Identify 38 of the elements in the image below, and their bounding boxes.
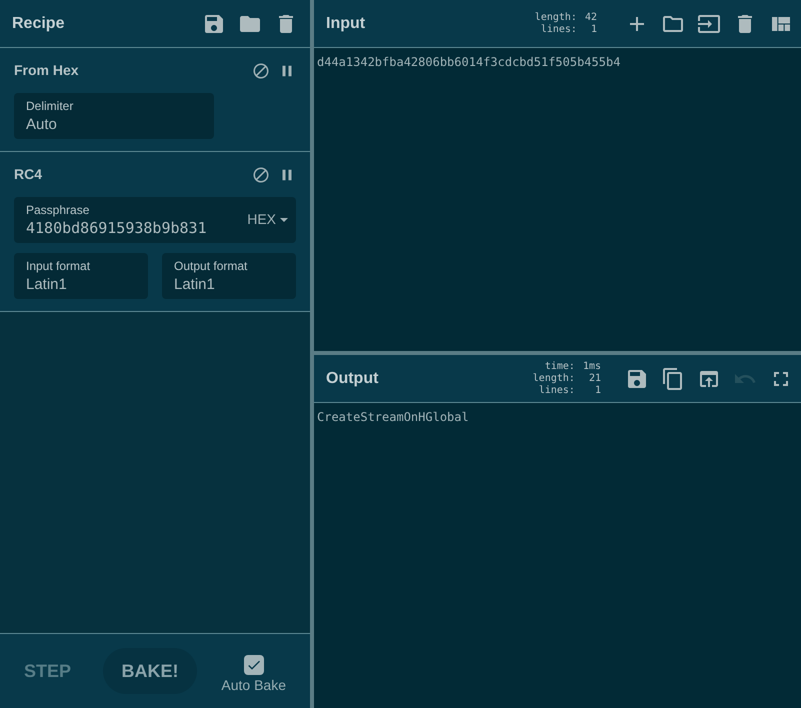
field-value: Latin1 [174, 275, 215, 295]
checkbox-label: Auto Bake [221, 676, 286, 694]
argument-field[interactable]: Passphrase 4180bd86915938b9b831 HEX [14, 197, 296, 243]
field-value: Auto [26, 115, 57, 135]
field-label: Output format [174, 259, 248, 273]
copy-icon[interactable] [661, 366, 685, 390]
operation-title: From Hex [14, 61, 80, 80]
caret-icon [280, 218, 288, 222]
auto-bake-toggle[interactable]: Auto Bake [221, 654, 286, 696]
stat-label: length: [534, 12, 577, 24]
stat-value: 1 [590, 24, 597, 36]
stat-label: lines: [540, 24, 577, 36]
argument-field[interactable]: Output format Latin1 [162, 253, 296, 299]
field-value: 4180bd86915938b9b831 [26, 218, 207, 238]
argument-field[interactable]: Input format Latin1 [14, 253, 148, 299]
format-dropdown[interactable]: HEX [247, 209, 288, 230]
bake-button[interactable]: BAKE! [103, 648, 198, 694]
stat-value: 42 [584, 12, 597, 24]
stat-value: 1 [594, 384, 601, 396]
stat-value: 1ms [582, 360, 601, 372]
field-label: Passphrase [26, 203, 90, 217]
operation-title: RC4 [14, 165, 44, 184]
panel-title: Input [326, 14, 366, 34]
checkbox[interactable] [244, 654, 264, 674]
stat-label: lines: [538, 384, 575, 396]
argument-field[interactable]: Delimiter Auto [14, 93, 214, 139]
input-textarea[interactable]: d44a1342bfba42806bb6014f3cdcbd51f505b455b4 [314, 48, 801, 351]
field-label: Delimiter [26, 99, 74, 113]
field-label: Input format [26, 259, 92, 273]
stat-label: length: [532, 372, 575, 384]
output-text: CreateStreamOnHGlobal [316, 409, 470, 426]
disable-icon[interactable] [252, 62, 270, 80]
panel-title: Recipe [12, 14, 66, 34]
disable-icon[interactable] [252, 166, 270, 184]
stat-value: 21 [588, 372, 601, 384]
stat-label: time: [544, 360, 575, 372]
field-value: Latin1 [26, 275, 67, 295]
panel-title: Output [326, 368, 380, 388]
